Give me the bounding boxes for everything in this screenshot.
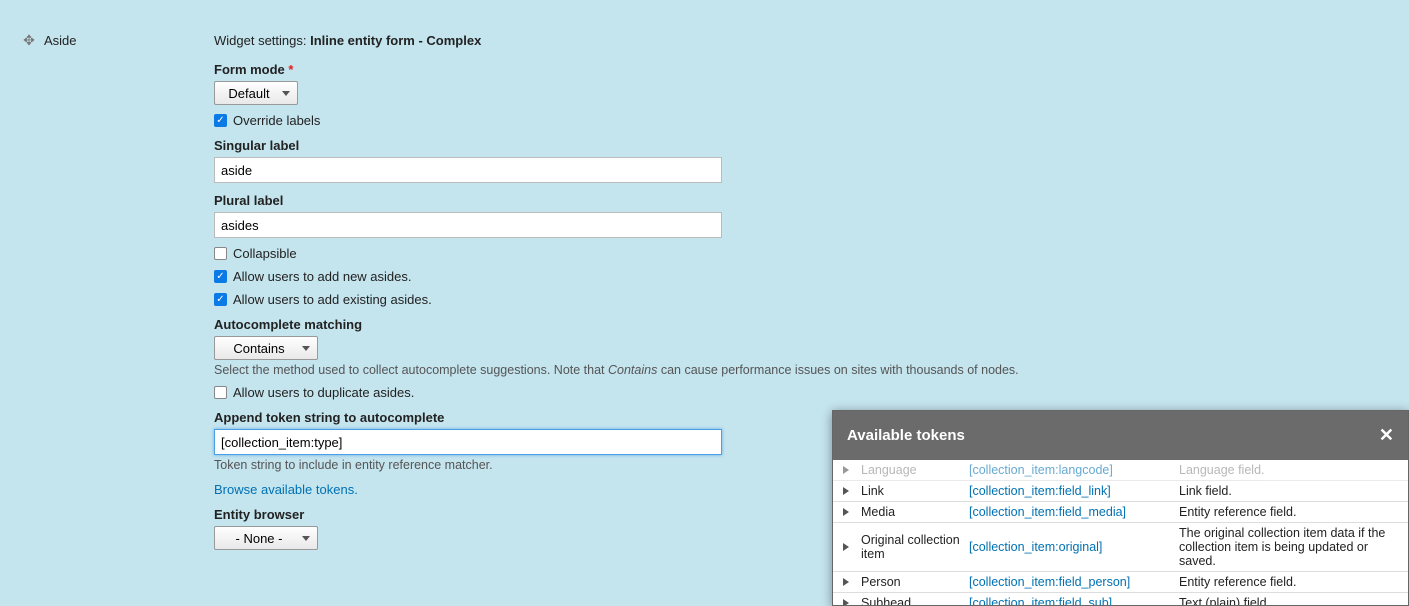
token-row: Subhead[collection_item:field_sub]Text (… [833,593,1408,605]
token-value[interactable]: [collection_item:langcode] [969,463,1179,477]
field-name: Aside [44,0,214,556]
browse-tokens-link[interactable]: Browse available tokens. [214,482,358,497]
form-mode-select[interactable]: Default [214,81,298,105]
token-value[interactable]: [collection_item:original] [969,540,1179,554]
autocomplete-matching-label: Autocomplete matching [214,317,1395,332]
token-value[interactable]: [collection_item:field_media] [969,505,1179,519]
collapsible-label: Collapsible [233,246,297,261]
token-description: The original collection item data if the… [1179,526,1408,568]
token-description: Entity reference field. [1179,575,1408,589]
token-name: Media [857,505,969,519]
token-name: Original collection item [857,533,969,561]
allow-duplicate-label: Allow users to duplicate asides. [233,385,414,400]
widget-settings-title: Widget settings: Inline entity form - Co… [214,33,1395,48]
available-tokens-popup: Available tokens ✕ Language[collection_i… [832,410,1409,606]
singular-label-input[interactable] [214,157,722,183]
allow-new-checkbox[interactable]: ✓ [214,270,227,283]
collapsible-checkbox[interactable] [214,247,227,260]
autocomplete-matching-select[interactable]: Contains [214,336,318,360]
token-description: Link field. [1179,484,1408,498]
token-row: Original collection item[collection_item… [833,523,1408,572]
allow-duplicate-checkbox[interactable] [214,386,227,399]
token-row: Language[collection_item:langcode]Langua… [833,460,1408,481]
popup-close-icon[interactable]: ✕ [1379,425,1394,446]
expand-icon[interactable] [843,487,849,495]
expand-icon[interactable] [843,578,849,586]
token-description: Language field. [1179,463,1408,477]
token-value[interactable]: [collection_item:field_link] [969,484,1179,498]
token-row: Person[collection_item:field_person]Enti… [833,572,1408,593]
expand-icon[interactable] [843,599,849,605]
singular-label-label: Singular label [214,138,1395,153]
expand-icon[interactable] [843,543,849,551]
token-value[interactable]: [collection_item:field_person] [969,575,1179,589]
expand-icon[interactable] [843,508,849,516]
drag-handle-icon[interactable]: ✥ [23,32,35,49]
allow-existing-checkbox[interactable]: ✓ [214,293,227,306]
expand-icon[interactable] [843,466,849,474]
override-labels-label: Override labels [233,113,320,128]
token-row: Link[collection_item:field_link]Link fie… [833,481,1408,502]
allow-existing-label: Allow users to add existing asides. [233,292,432,307]
token-name: Language [857,463,969,477]
allow-new-label: Allow users to add new asides. [233,269,411,284]
form-mode-label: Form mode * [214,62,1395,77]
token-name: Person [857,575,969,589]
plural-label-label: Plural label [214,193,1395,208]
token-name: Link [857,484,969,498]
append-token-input[interactable] [214,429,722,455]
popup-title: Available tokens [847,427,965,444]
token-description: Entity reference field. [1179,505,1408,519]
plural-label-input[interactable] [214,212,722,238]
entity-browser-select[interactable]: - None - [214,526,318,550]
token-row: Media[collection_item:field_media]Entity… [833,502,1408,523]
autocomplete-help: Select the method used to collect autoco… [214,363,1395,377]
override-labels-checkbox[interactable]: ✓ [214,114,227,127]
